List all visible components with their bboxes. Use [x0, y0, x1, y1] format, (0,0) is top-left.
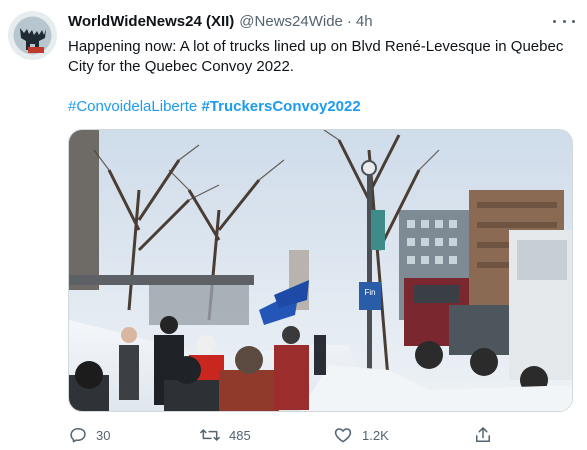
retweet-icon	[200, 429, 220, 441]
author-name[interactable]: WorldWideNews24 (XII)	[68, 13, 234, 30]
share-button[interactable]	[473, 424, 493, 446]
heart-icon	[334, 428, 352, 443]
more-options-icon[interactable]	[553, 14, 575, 28]
timestamp[interactable]: 4h	[356, 13, 373, 30]
reply-button[interactable]: 30	[68, 424, 110, 446]
street-sign-text: Fin	[364, 288, 375, 297]
author-handle[interactable]: @News24Wide	[239, 13, 343, 30]
tweet-text: Happening now: A lot of trucks lined up …	[68, 38, 564, 75]
retweet-button[interactable]: 485	[199, 424, 251, 446]
hashtag-convoidelaliberte[interactable]: #ConvoidelaLiberte	[68, 98, 197, 115]
tweet-header: WorldWideNews24 (XII) @News24Wide · 4h	[68, 13, 373, 30]
avatar[interactable]	[8, 11, 57, 60]
share-icon	[476, 427, 490, 442]
street-scene-image: Fin	[69, 130, 572, 411]
tweet-card: WorldWideNews24 (XII) @News24Wide · 4h H…	[0, 0, 587, 450]
reply-count: 30	[96, 427, 111, 443]
separator-dot: ·	[346, 13, 352, 30]
reply-icon	[70, 428, 86, 443]
moose-logo-icon	[8, 11, 57, 60]
hashtag-truckersconvoy2022[interactable]: #TruckersConvoy2022	[201, 98, 360, 115]
like-count: 1.2K	[362, 427, 389, 443]
action-bar: 30 485 1.2K	[68, 424, 573, 446]
like-button[interactable]: 1.2K	[332, 424, 389, 446]
retweet-count: 485	[229, 427, 251, 443]
media-video[interactable]: Fin	[68, 129, 573, 412]
hashtag-line: #ConvoidelaLiberte #TruckersConvoy2022	[68, 97, 361, 117]
